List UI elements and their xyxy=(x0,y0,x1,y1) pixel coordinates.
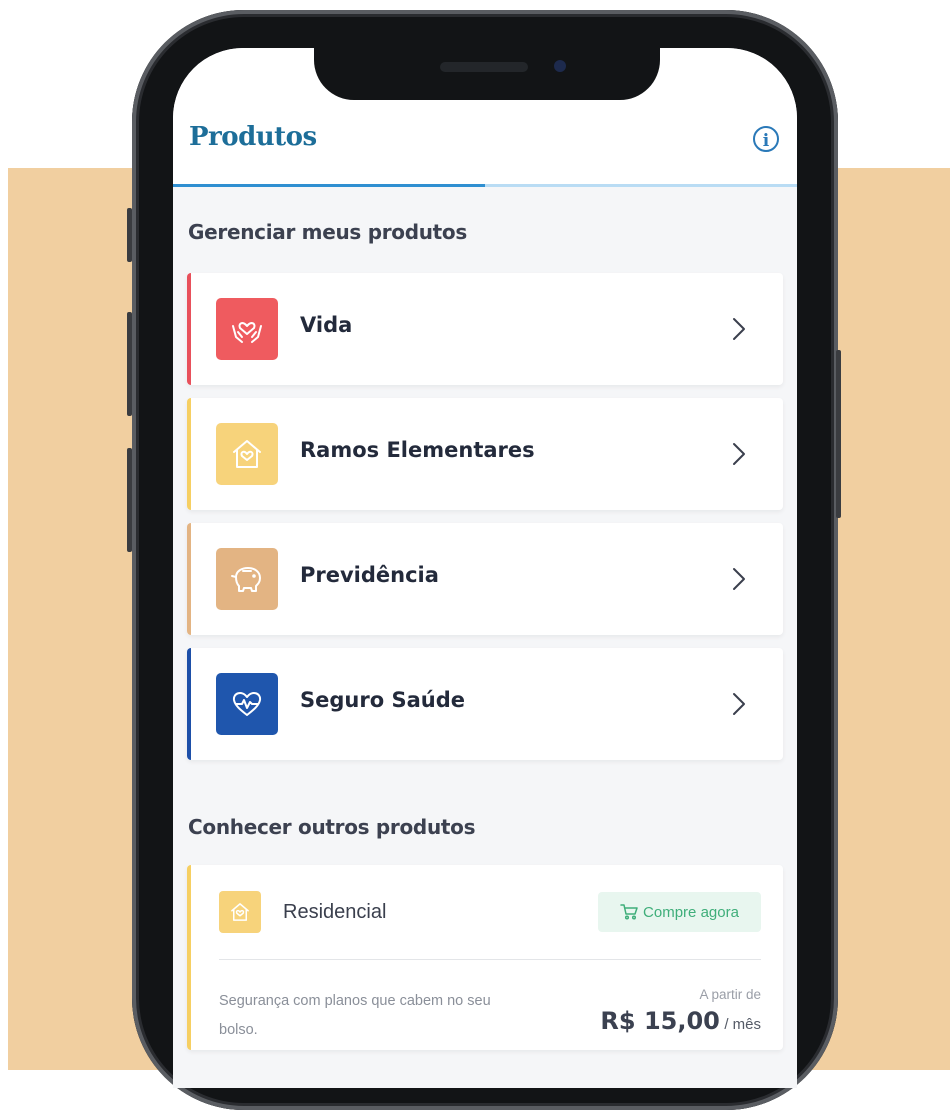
price-prefix: A partir de xyxy=(699,987,761,1002)
home-heart-icon xyxy=(216,423,278,485)
product-item-vida[interactable]: Vida xyxy=(187,273,783,385)
page-title: Produtos xyxy=(189,122,317,152)
phone-speaker xyxy=(440,62,528,72)
phone-mute-switch xyxy=(127,208,132,262)
offer-title: Residencial xyxy=(283,901,387,923)
product-label: Ramos Elementares xyxy=(300,438,535,462)
phone-volume-up-button xyxy=(127,312,132,416)
heart-pulse-icon xyxy=(216,673,278,735)
front-camera xyxy=(554,60,566,72)
cart-icon xyxy=(620,904,638,920)
phone-volume-down-button xyxy=(127,448,132,552)
product-label: Previdência xyxy=(300,563,439,587)
price-suffix: / mês xyxy=(724,1016,761,1033)
chevron-right-icon xyxy=(733,443,745,465)
offer-divider xyxy=(219,959,761,960)
offer-accent-bar xyxy=(187,865,191,1050)
manage-section-title: Gerenciar meus produtos xyxy=(188,220,467,244)
chevron-right-icon xyxy=(733,568,745,590)
product-label: Seguro Saúde xyxy=(300,688,465,712)
offer-description: Segurança com planos que cabem no seu bo… xyxy=(219,993,491,1038)
product-accent-bar xyxy=(187,398,191,510)
product-accent-bar xyxy=(187,648,191,760)
info-icon[interactable]: i xyxy=(753,126,779,152)
piggy-bank-icon xyxy=(216,548,278,610)
product-accent-bar xyxy=(187,523,191,635)
offer-card-residencial[interactable]: Residencial Compre agora Segurança com p… xyxy=(187,865,783,1050)
price-value: R$ 15,00 xyxy=(600,1007,720,1035)
price-row: R$ 15,00 / mês xyxy=(600,1007,761,1035)
discover-section-title: Conhecer outros produtos xyxy=(188,815,476,839)
product-item-previdencia[interactable]: Previdência xyxy=(187,523,783,635)
buy-now-label: Compre agora xyxy=(643,903,739,921)
home-heart-icon xyxy=(219,891,261,933)
chevron-right-icon xyxy=(733,318,745,340)
phone-notch xyxy=(314,40,660,100)
chevron-right-icon xyxy=(733,693,745,715)
tab-indicator-active xyxy=(173,184,485,187)
product-item-ramos-elementares[interactable]: Ramos Elementares xyxy=(187,398,783,510)
product-label: Vida xyxy=(300,313,353,337)
buy-now-button[interactable]: Compre agora xyxy=(598,892,761,932)
heart-hands-icon xyxy=(216,298,278,360)
phone-power-button xyxy=(836,350,841,518)
app-screen: Produtos i Gerenciar meus produtos Vida xyxy=(173,48,797,1088)
product-accent-bar xyxy=(187,273,191,385)
product-item-seguro-saude[interactable]: Seguro Saúde xyxy=(187,648,783,760)
